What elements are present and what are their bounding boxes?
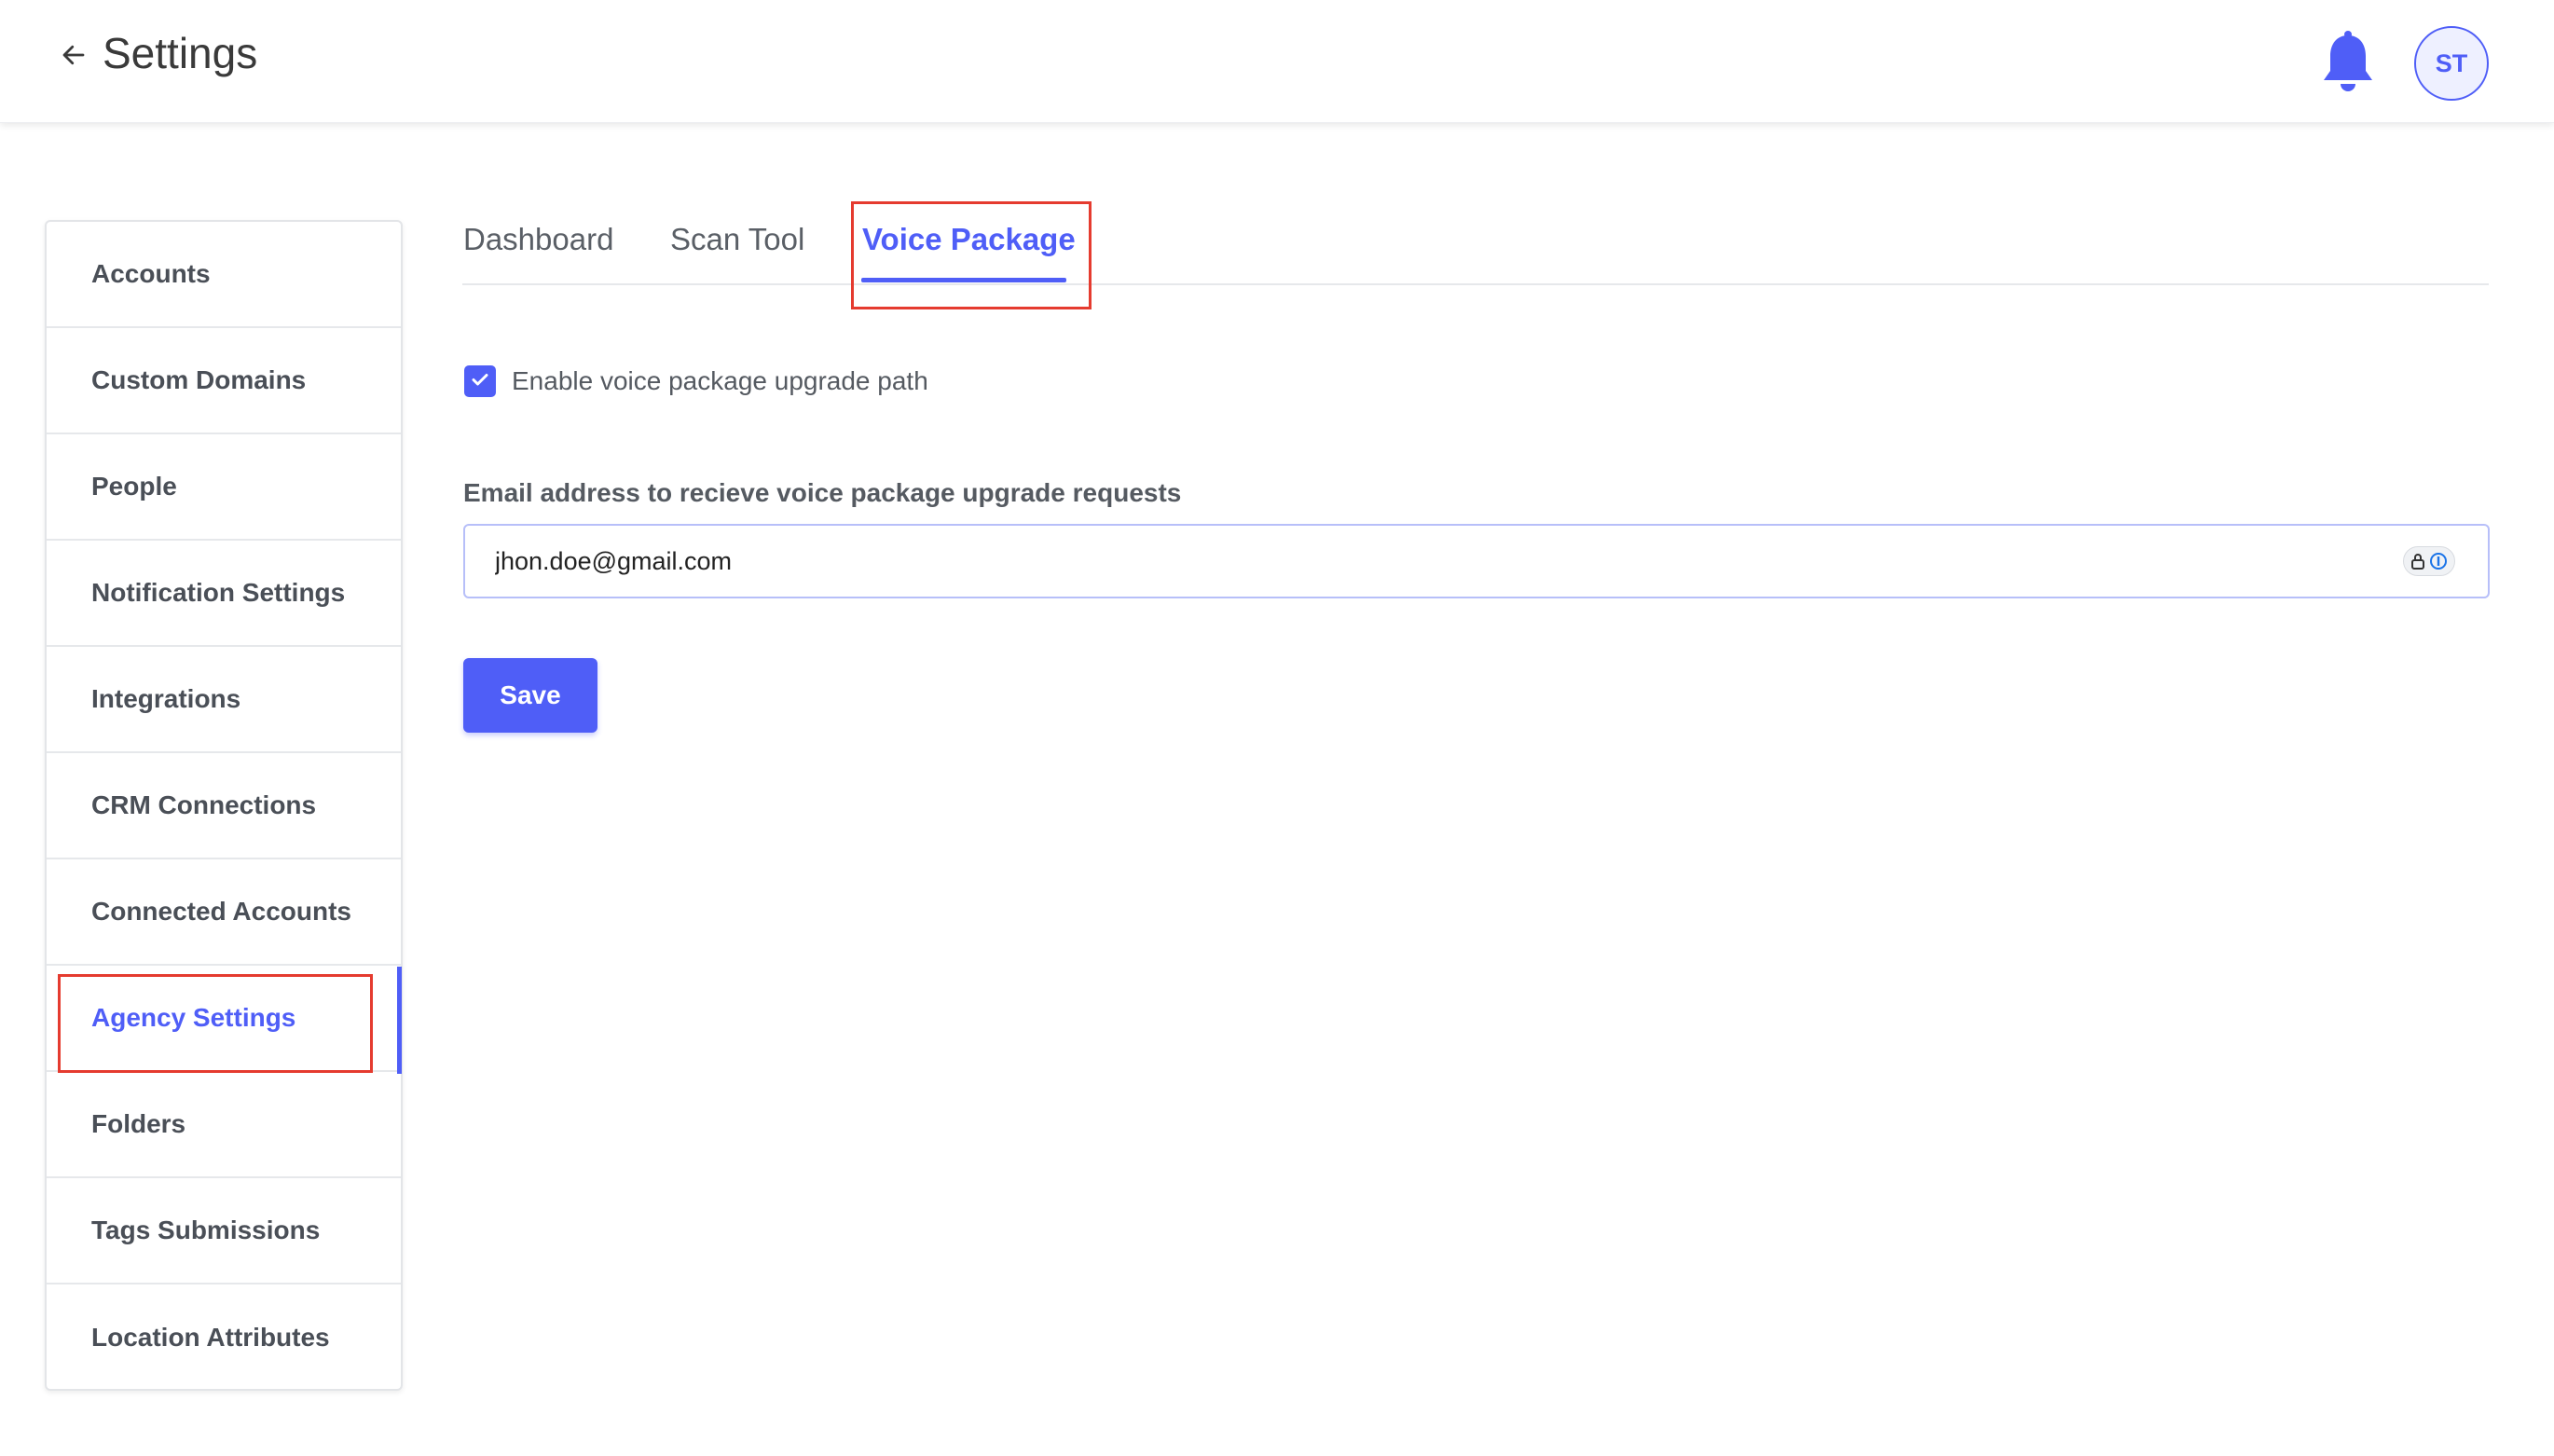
active-indicator xyxy=(397,967,402,1074)
page-title: Settings xyxy=(103,29,258,77)
tabs-divider xyxy=(462,283,2489,285)
sidebar-item-notification-settings[interactable]: Notification Settings xyxy=(47,541,401,647)
bell-icon[interactable] xyxy=(2319,30,2377,97)
sidebar-item-location-attributes[interactable]: Location Attributes xyxy=(47,1284,401,1391)
highlight-box-tab xyxy=(851,201,1092,309)
settings-sidebar: Accounts Custom Domains People Notificat… xyxy=(45,220,403,1391)
sidebar-item-custom-domains[interactable]: Custom Domains xyxy=(47,328,401,434)
back-button[interactable] xyxy=(52,35,95,78)
tab-dashboard[interactable]: Dashboard xyxy=(463,222,613,257)
password-manager-icon[interactable] xyxy=(2403,546,2455,576)
sidebar-item-crm-connections[interactable]: CRM Connections xyxy=(47,753,401,859)
email-field[interactable] xyxy=(463,524,2490,598)
sidebar-item-integrations[interactable]: Integrations xyxy=(47,647,401,753)
sidebar-item-folders[interactable]: Folders xyxy=(47,1072,401,1178)
avatar[interactable]: ST xyxy=(2414,26,2489,101)
sidebar-item-connected-accounts[interactable]: Connected Accounts xyxy=(47,859,401,966)
arrow-left-icon xyxy=(60,41,88,74)
sidebar-item-tags-submissions[interactable]: Tags Submissions xyxy=(47,1178,401,1284)
checkmark-icon xyxy=(469,368,491,395)
sidebar-item-people[interactable]: People xyxy=(47,434,401,541)
enable-upgrade-checkbox[interactable] xyxy=(464,365,496,397)
sidebar-item-accounts[interactable]: Accounts xyxy=(47,222,401,328)
email-field-label: Email address to recieve voice package u… xyxy=(463,478,1182,507)
save-button[interactable]: Save xyxy=(463,658,597,733)
highlight-box-sidebar xyxy=(58,974,373,1073)
enable-upgrade-label: Enable voice package upgrade path xyxy=(512,366,928,395)
tab-scan-tool[interactable]: Scan Tool xyxy=(670,222,804,257)
top-bar: Settings ST xyxy=(0,0,2554,123)
